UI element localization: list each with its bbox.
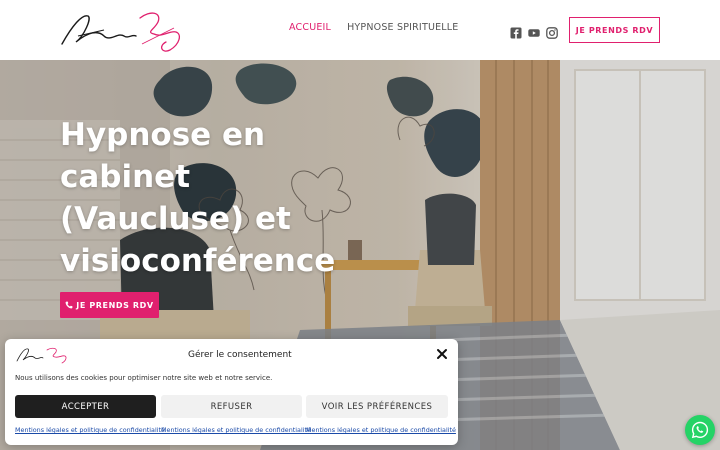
- hero-cta-label: JE PRENDS RDV: [76, 300, 154, 310]
- nav-item-hypnose-spirituelle[interactable]: HYPNOSE SPIRITUELLE: [347, 22, 458, 33]
- legal-link[interactable]: Mentions légales et politique de confide…: [161, 426, 311, 434]
- refuse-button[interactable]: REFUSER: [161, 395, 302, 418]
- legal-link[interactable]: Mentions légales et politique de confide…: [306, 426, 456, 434]
- accept-button[interactable]: ACCEPTER: [15, 395, 156, 418]
- consent-text: Nous utilisons des cookies pour optimise…: [15, 374, 273, 382]
- legal-link[interactable]: Mentions légales et politique de confide…: [15, 426, 165, 434]
- main-nav: ACCUEIL HYPNOSE SPIRITUELLE: [289, 22, 458, 33]
- hero-title: Hypnose en cabinet (Vaucluse) et visioco…: [60, 117, 336, 279]
- book-appointment-button[interactable]: JE PRENDS RDV: [569, 17, 660, 43]
- whatsapp-chat-button[interactable]: [685, 415, 715, 445]
- cookie-consent-banner: Gérer le consentement Nous utilisons des…: [5, 339, 458, 445]
- site-header: ACCUEIL HYPNOSE SPIRITUELLE JE PRENDS RD…: [0, 0, 720, 60]
- facebook-icon[interactable]: [510, 24, 522, 39]
- social-links: [510, 24, 558, 39]
- hero-book-appointment-button[interactable]: JE PRENDS RDV: [60, 292, 159, 318]
- youtube-icon[interactable]: [528, 24, 540, 37]
- consent-title: Gérer le consentement: [188, 350, 292, 360]
- banner-logo: [16, 347, 67, 364]
- view-preferences-button[interactable]: VOIR LES PRÉFÉRENCES: [306, 395, 448, 418]
- nav-item-accueil[interactable]: ACCUEIL: [289, 22, 331, 33]
- close-icon[interactable]: [436, 348, 448, 360]
- whatsapp-icon: [691, 421, 709, 439]
- instagram-icon[interactable]: [546, 24, 558, 39]
- phone-icon: [65, 301, 73, 309]
- site-logo[interactable]: [58, 6, 188, 54]
